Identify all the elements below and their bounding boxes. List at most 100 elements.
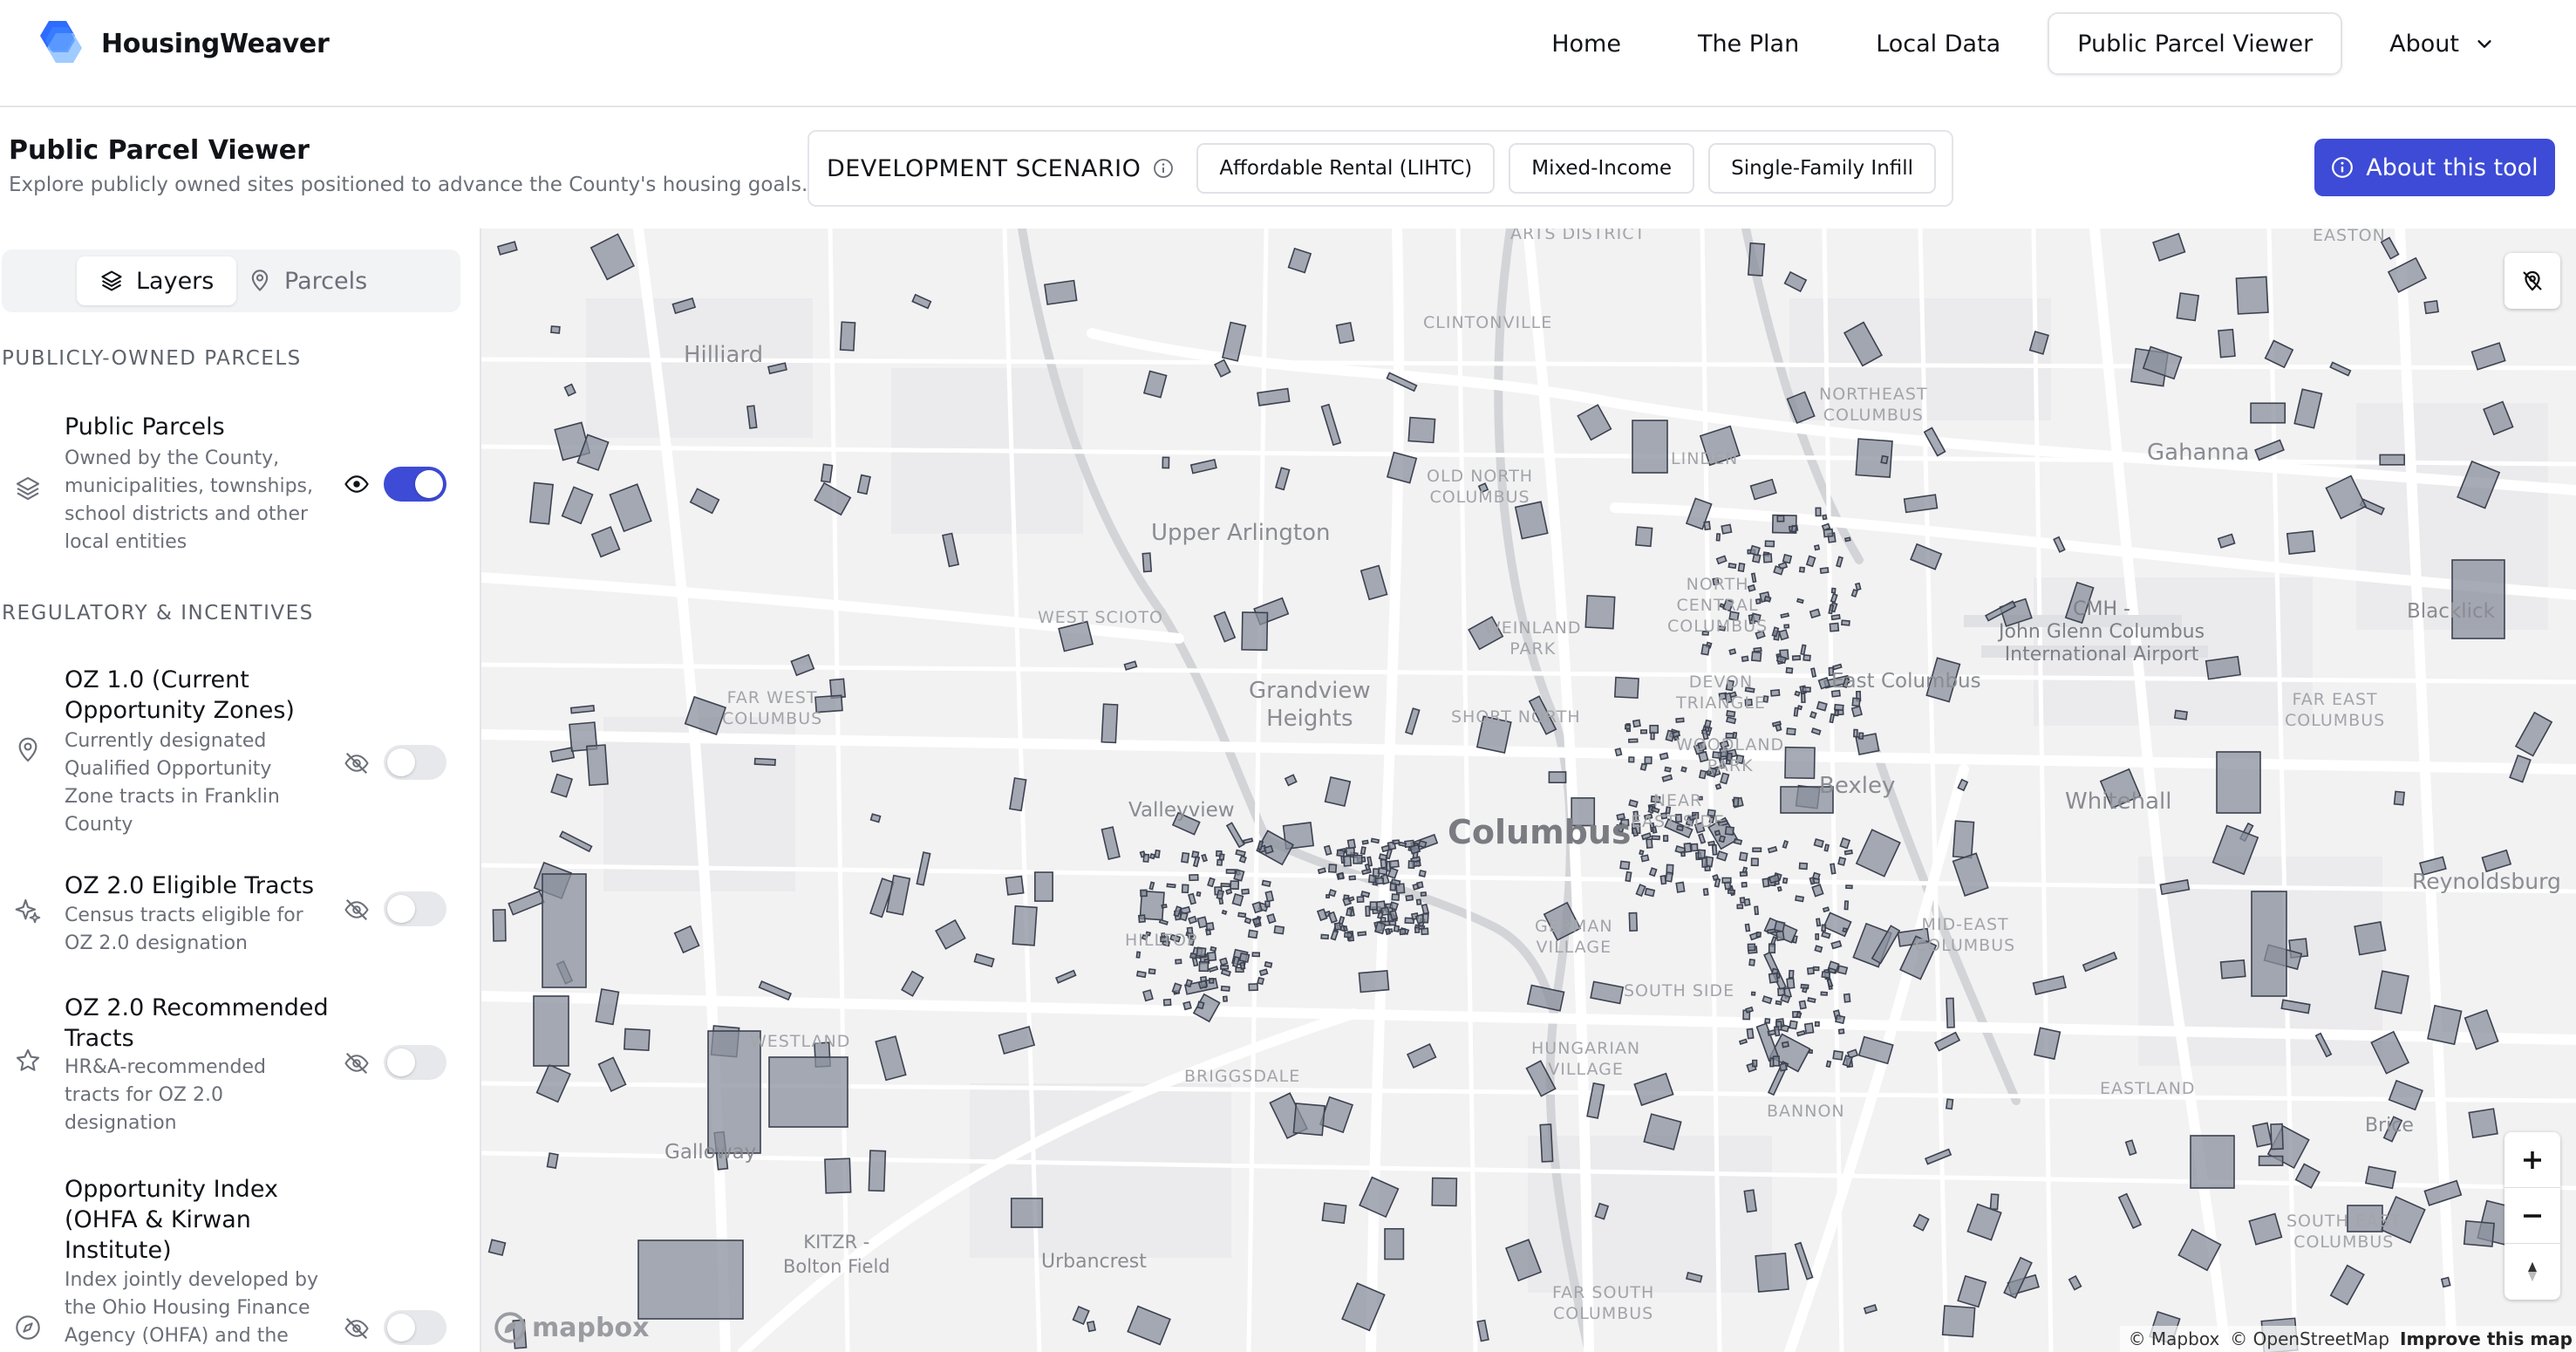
parcel-polygon[interactable] xyxy=(1431,1177,1458,1207)
parcel-polygon[interactable] xyxy=(1715,555,1728,565)
parcel-polygon[interactable] xyxy=(1832,663,1843,671)
parcel-polygon[interactable] xyxy=(1764,540,1775,548)
parcel-polygon[interactable] xyxy=(1335,322,1355,345)
parcel-polygon[interactable] xyxy=(1788,969,1795,979)
parcel-polygon[interactable] xyxy=(1625,871,1632,883)
parcel-polygon[interactable] xyxy=(2218,328,2236,358)
parcel-polygon[interactable] xyxy=(1251,917,1262,926)
parcel-polygon[interactable] xyxy=(1786,977,1796,989)
parcel-polygon[interactable] xyxy=(1148,968,1156,975)
parcel-polygon[interactable] xyxy=(1767,845,1778,854)
parcel-polygon[interactable] xyxy=(1320,933,1330,940)
parcel-polygon[interactable] xyxy=(1640,832,1653,841)
parcel-polygon[interactable] xyxy=(1149,853,1156,860)
parcel-polygon[interactable] xyxy=(2217,533,2236,549)
parcel-polygon[interactable] xyxy=(2423,299,2440,315)
parcel-polygon[interactable] xyxy=(1359,1176,1400,1219)
parcel-polygon[interactable] xyxy=(2393,790,2406,806)
parcel-polygon[interactable] xyxy=(1829,713,1836,724)
parcel-polygon[interactable] xyxy=(1715,533,1721,542)
parcel-polygon[interactable] xyxy=(1243,837,1254,844)
parcel-polygon[interactable] xyxy=(1773,1025,1781,1037)
parcel-polygon[interactable] xyxy=(1805,555,1816,568)
parcel-polygon[interactable] xyxy=(1880,454,1889,465)
parcel-polygon[interactable] xyxy=(1409,843,1421,855)
scenario-chip-lihtc[interactable]: Affordable Rental (LIHTC) xyxy=(1196,143,1496,194)
parcel-polygon[interactable] xyxy=(2264,339,2294,369)
parcel-polygon[interactable] xyxy=(1790,524,1798,533)
parcel-polygon[interactable] xyxy=(637,1239,744,1320)
parcel-polygon[interactable] xyxy=(1196,916,1209,929)
parcel-polygon[interactable] xyxy=(1189,952,1197,959)
parcel-polygon[interactable] xyxy=(1239,961,1246,970)
parcel-polygon[interactable] xyxy=(1251,952,1261,958)
parcel-polygon[interactable] xyxy=(1644,887,1656,898)
parcel-polygon[interactable] xyxy=(1773,920,1786,933)
parcel-polygon[interactable] xyxy=(2117,1192,2143,1230)
parcel-polygon[interactable] xyxy=(1841,619,1850,626)
parcel-polygon[interactable] xyxy=(1373,921,1387,935)
parcel-polygon[interactable] xyxy=(1644,756,1653,765)
parcel-polygon[interactable] xyxy=(1342,855,1353,867)
parcel-polygon[interactable] xyxy=(533,995,569,1067)
parcel-polygon[interactable] xyxy=(1235,849,1246,857)
parcel-polygon[interactable] xyxy=(1034,871,1053,902)
parcel-polygon[interactable] xyxy=(1863,1303,1878,1314)
parcel-polygon[interactable] xyxy=(1802,686,1811,693)
parcel-polygon[interactable] xyxy=(1275,467,1291,491)
parcel-polygon[interactable] xyxy=(1853,728,1858,738)
parcel-polygon[interactable] xyxy=(1806,966,1815,975)
parcel-polygon[interactable] xyxy=(1728,563,1737,570)
parcel-polygon[interactable] xyxy=(1196,946,1207,958)
parcel-polygon[interactable] xyxy=(1769,689,1781,697)
parcel-polygon[interactable] xyxy=(1741,655,1749,662)
parcel-polygon[interactable] xyxy=(2250,402,2286,424)
parcel-polygon[interactable] xyxy=(1796,1011,1803,1019)
parcel-polygon[interactable] xyxy=(1207,877,1216,888)
eye-off-icon[interactable] xyxy=(344,1050,370,1076)
parcel-polygon[interactable] xyxy=(1823,528,1834,538)
parcel-polygon[interactable] xyxy=(1809,877,1816,885)
parcel-polygon[interactable] xyxy=(1843,849,1853,856)
parcel-polygon[interactable] xyxy=(1101,826,1121,860)
parcel-polygon[interactable] xyxy=(1012,905,1038,946)
parcel-polygon[interactable] xyxy=(1912,1213,1930,1232)
parcel-polygon[interactable] xyxy=(2514,711,2553,757)
parcel-polygon[interactable] xyxy=(1405,707,1421,735)
parcel-polygon[interactable] xyxy=(1764,1018,1771,1024)
parcel-polygon[interactable] xyxy=(1738,1038,1748,1046)
parcel-polygon[interactable] xyxy=(1639,849,1645,856)
parcel-polygon[interactable] xyxy=(2190,1135,2235,1189)
parcel-polygon[interactable] xyxy=(1374,877,1385,885)
parcel-polygon[interactable] xyxy=(1407,416,1436,444)
parcel-polygon[interactable] xyxy=(2286,529,2316,555)
parcel-polygon[interactable] xyxy=(1197,980,1209,990)
parcel-polygon[interactable] xyxy=(1821,924,1827,932)
parcel-polygon[interactable] xyxy=(1284,774,1298,787)
parcel-polygon[interactable] xyxy=(1158,918,1169,925)
parcel-polygon[interactable] xyxy=(1135,970,1147,979)
parcel-polygon[interactable] xyxy=(1361,868,1373,876)
parcel-polygon[interactable] xyxy=(1405,894,1414,902)
parcel-polygon[interactable] xyxy=(1767,1028,1776,1036)
parcel-polygon[interactable] xyxy=(1665,871,1673,883)
parcel-polygon[interactable] xyxy=(1613,676,1639,700)
parcel-polygon[interactable] xyxy=(869,813,882,823)
parcel-polygon[interactable] xyxy=(1946,997,1955,1028)
parcel-polygon[interactable] xyxy=(1724,825,1735,836)
parcel-polygon[interactable] xyxy=(1737,562,1746,572)
parcel-map[interactable]: ARTS DISTRICT EASTON CLINTONVILLE Hillia… xyxy=(481,229,2576,1352)
parcel-polygon[interactable] xyxy=(1809,711,1817,720)
parcel-polygon[interactable] xyxy=(1171,982,1182,994)
parcel-polygon[interactable] xyxy=(1248,983,1258,992)
parcel-polygon[interactable] xyxy=(1244,917,1252,925)
parcel-polygon[interactable] xyxy=(1850,705,1863,718)
parcel-polygon[interactable] xyxy=(589,233,636,281)
parcel-polygon[interactable] xyxy=(1762,877,1770,888)
parcel-polygon[interactable] xyxy=(1809,1048,1814,1055)
parcel-polygon[interactable] xyxy=(1086,1320,1096,1333)
parcel-polygon[interactable] xyxy=(1857,732,1864,740)
parcel-polygon[interactable] xyxy=(1222,995,1229,1002)
parcel-polygon[interactable] xyxy=(1814,1021,1820,1028)
parcel-polygon[interactable] xyxy=(2053,536,2066,553)
